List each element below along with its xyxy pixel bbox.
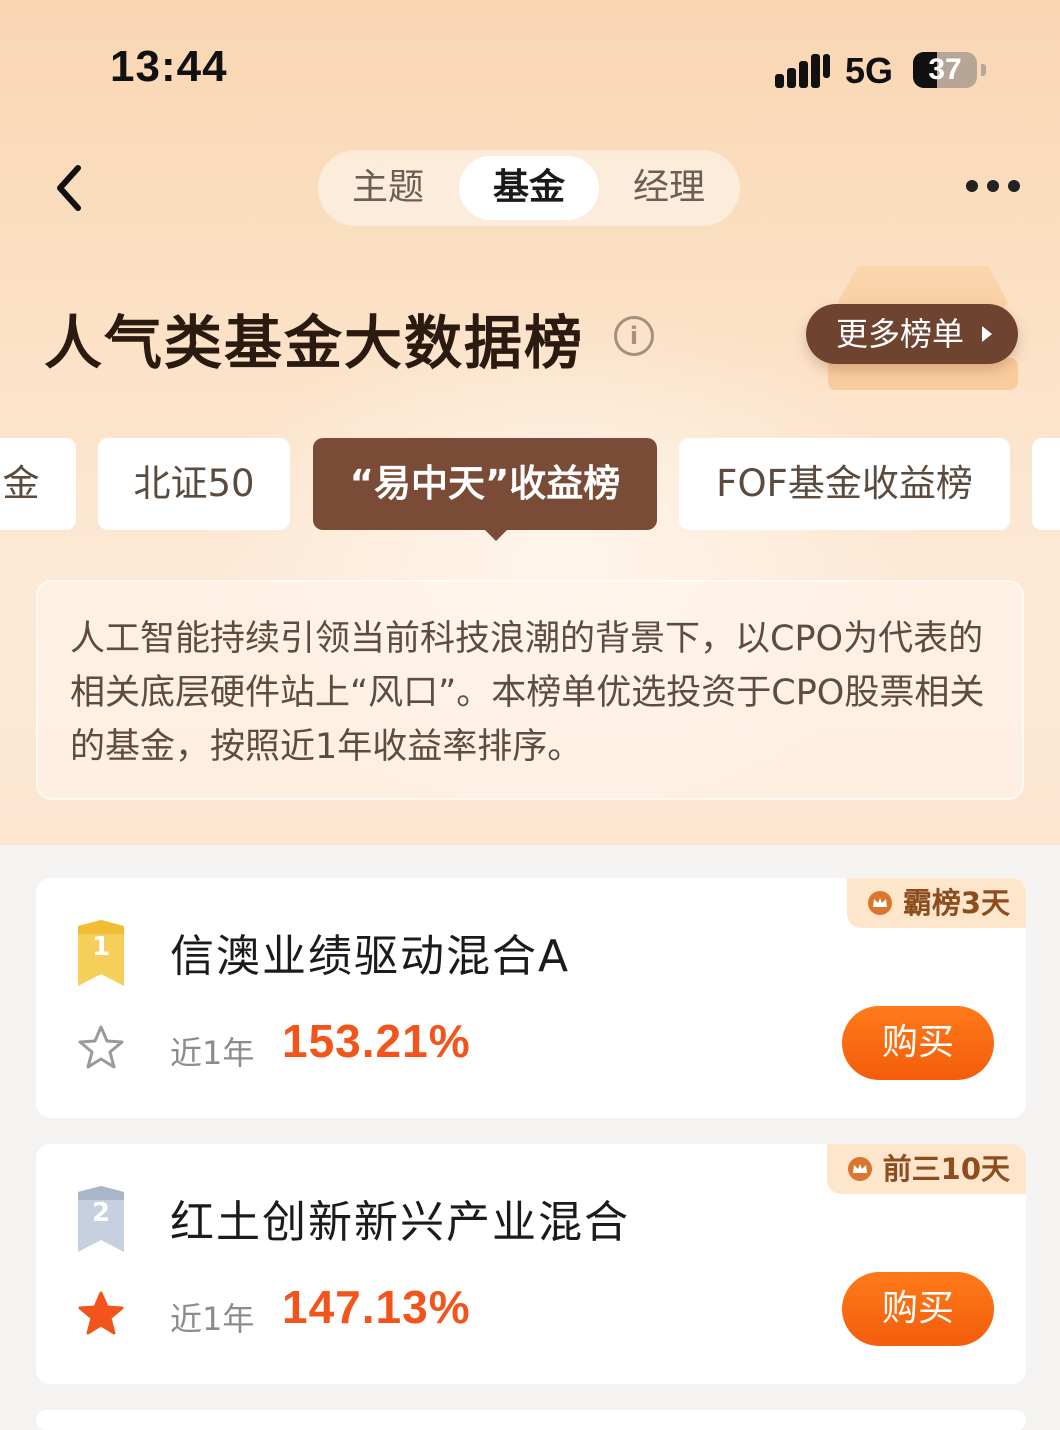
buy-button[interactable]: 购买 — [842, 1272, 994, 1346]
back-arrow-icon[interactable] — [48, 160, 98, 216]
fund-name[interactable]: 信澳业绩驱动混合A — [170, 920, 570, 984]
tab-theme[interactable]: 主题 — [318, 156, 458, 220]
category-chip-yzt[interactable]: “易中天”收益榜 — [313, 438, 657, 530]
return-value: 153.21% — [282, 1015, 471, 1067]
segmented-control: 主题 基金 经理 — [318, 150, 740, 226]
fund-name[interactable]: 红土创新新兴产业混合 — [170, 1186, 630, 1250]
more-list-button[interactable]: 更多榜单 — [806, 304, 1018, 364]
return-period: 近1年 — [170, 1034, 255, 1072]
more-dots-icon[interactable] — [962, 174, 1024, 198]
streak-badge-label: 前三10天 — [882, 1152, 1010, 1186]
battery-icon: 37 — [913, 52, 977, 88]
medal-icon: 1 — [78, 920, 124, 986]
streak-badge: 霸榜3天 — [846, 878, 1026, 928]
description-text: 人工智能持续引领当前科技浪潮的背景下，以CPO为代表的相关底层硬件站上“风口”。… — [70, 619, 985, 767]
info-icon[interactable]: i — [614, 316, 654, 356]
play-triangle-icon — [982, 326, 992, 342]
network-type: 5G — [845, 50, 894, 91]
crown-icon — [847, 1157, 872, 1181]
rank-number: 1 — [91, 932, 111, 962]
return-value: 147.13% — [282, 1281, 471, 1333]
category-chip-bz50[interactable]: 北证50 — [98, 438, 290, 530]
category-chip-fund[interactable]: 金 — [0, 438, 76, 530]
status-time: 13:44 — [110, 42, 228, 91]
buy-button[interactable]: 购买 — [842, 1006, 994, 1080]
fund-card-partial[interactable] — [36, 1410, 1026, 1430]
category-chip-fof[interactable]: FOF基金收益榜 — [679, 438, 1010, 530]
page-title: 人气类基金大数据榜 — [44, 309, 585, 377]
tab-manager[interactable]: 经理 — [599, 156, 739, 220]
chip-pointer — [484, 529, 508, 541]
battery-cap — [981, 64, 986, 76]
star-icon[interactable] — [78, 1290, 124, 1336]
crown-icon — [867, 891, 892, 915]
description-box: 人工智能持续引领当前科技浪潮的背景下，以CPO为代表的相关底层硬件站上“风口”。… — [36, 580, 1024, 800]
streak-badge-label: 霸榜3天 — [902, 886, 1010, 920]
star-icon[interactable] — [78, 1024, 124, 1070]
medal-icon: 2 — [78, 1186, 124, 1252]
battery-level: 37 — [928, 53, 962, 86]
streak-badge: 前三10天 — [826, 1144, 1026, 1194]
fund-card[interactable]: 前三10天 2 红土创新新兴产业混合 近1年 147.13% 购买 — [36, 1144, 1026, 1384]
tab-fund[interactable]: 基金 — [459, 156, 599, 220]
more-list-label: 更多榜单 — [836, 315, 965, 353]
category-chip-partial[interactable] — [1032, 438, 1060, 530]
return-period: 近1年 — [170, 1300, 255, 1338]
signal-icon — [775, 52, 831, 88]
rank-number: 2 — [91, 1198, 111, 1228]
fund-card[interactable]: 霸榜3天 1 信澳业绩驱动混合A 近1年 153.21% 购买 — [36, 878, 1026, 1118]
